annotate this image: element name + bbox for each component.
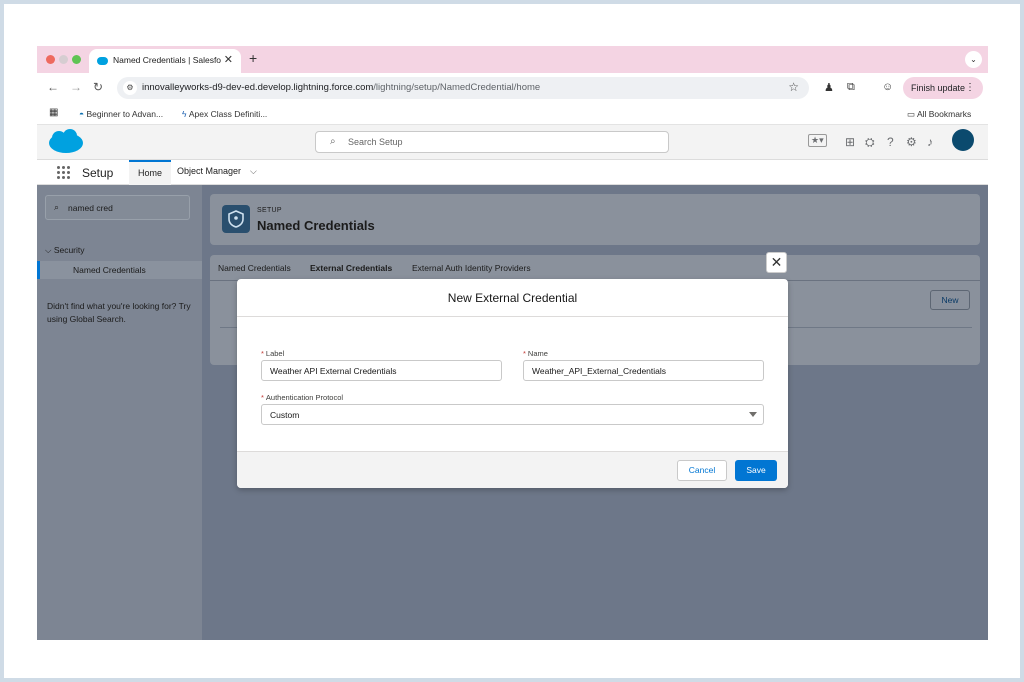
site-info-icon[interactable]: ⚙ (123, 81, 137, 95)
label-field-label: * Label (261, 349, 284, 358)
close-tab-icon[interactable]: ✕ (224, 53, 233, 66)
trailhead-icon[interactable]: ⛭ (865, 135, 875, 150)
reload-icon[interactable]: ↻ (93, 80, 103, 94)
setup-app-title: Setup (82, 166, 114, 180)
required-marker: * (523, 349, 526, 358)
browser-toolbar: ← → ↻ ⚙ innovalleyworks-d9-dev-ed.develo… (37, 73, 988, 103)
finish-update-label: Finish update (911, 83, 966, 93)
save-button[interactable]: Save (735, 460, 777, 481)
name-field-label-text: Name (527, 349, 548, 358)
all-bookmarks[interactable]: ▭ All Bookmarks (907, 109, 971, 120)
notification-bell-icon[interactable]: ♪ (927, 135, 933, 149)
label-input[interactable] (261, 360, 502, 381)
cancel-button[interactable]: Cancel (677, 460, 727, 481)
search-setup-box[interactable]: ⌕ (315, 131, 669, 153)
app-launcher-icon[interactable] (57, 166, 71, 180)
all-bookmarks-label: All Bookmarks (916, 109, 972, 119)
help-icon[interactable]: ? (887, 135, 894, 149)
tab-external-credentials[interactable]: External Credentials (310, 263, 392, 273)
name-input[interactable] (523, 360, 764, 381)
bookmark-beginner-label: Beginner to Advan... (86, 109, 164, 119)
finish-update-button[interactable]: Finish update ⋮ (903, 77, 983, 99)
bookmark-cloud-icon: ◓ (79, 109, 87, 119)
gear-icon[interactable]: ⚙ (906, 135, 917, 149)
modal-footer: Cancel Save (237, 451, 788, 488)
modal-title: New External Credential (447, 291, 578, 305)
new-external-credential-modal: New External Credential *Label *Name *Au… (237, 279, 788, 488)
extension-icon[interactable]: ♟ (824, 81, 834, 94)
browser-tab[interactable]: Named Credentials | Salesforce ✕ (89, 49, 241, 73)
url-path: /lightning/setup/NamedCredential/home (373, 82, 541, 93)
bookmark-beginner[interactable]: ◓ Beginner to Advan... (79, 109, 163, 119)
favorites-star-icon[interactable]: ★▾ (808, 134, 827, 147)
address-bar[interactable]: ⚙ innovalleyworks-d9-dev-ed.develop.ligh… (117, 77, 809, 99)
breadcrumb: SETUP (257, 207, 282, 214)
url-text: innovalleyworks-d9-dev-ed.develop.lightn… (142, 82, 540, 93)
browser-window: Named Credentials | Salesforce ✕ + ⌄ ← →… (37, 46, 988, 640)
setup-sidebar: ⌕ ⌵ Security Named Credentials Didn't fi… (37, 185, 202, 640)
forward-arrow-icon[interactable]: → (70, 80, 82, 94)
back-arrow-icon[interactable]: ← (47, 80, 59, 94)
required-marker: * (261, 393, 264, 402)
more-menu-icon[interactable]: ⋮ (965, 82, 975, 93)
close-modal-button[interactable]: ✕ (766, 252, 787, 273)
modal-header: New External Credential (237, 279, 788, 317)
tab-strip: Named Credentials | Salesforce ✕ + ⌄ (37, 46, 988, 73)
sidebar-section-security[interactable]: ⌵ Security (45, 245, 85, 256)
new-button[interactable]: New (930, 290, 970, 310)
puzzle-extensions-icon[interactable]: ⧉ (847, 81, 855, 94)
chevron-down-icon[interactable]: ⌵ (250, 166, 257, 177)
name-field-label: * Name (523, 349, 548, 358)
search-setup-input[interactable] (348, 135, 648, 149)
minimize-window-button[interactable] (59, 55, 68, 64)
new-tab-button[interactable]: + (249, 50, 257, 66)
page-header-card: SETUP Named Credentials (210, 194, 980, 245)
shield-icon (222, 205, 250, 233)
tab-search-icon[interactable]: ⌄ (965, 51, 982, 68)
global-add-icon[interactable]: ⊞ (845, 135, 855, 149)
search-icon: ⌕ (330, 136, 336, 147)
quick-find-input[interactable] (68, 201, 183, 215)
tab-named-credentials[interactable]: Named Credentials (218, 263, 291, 273)
sidebar-item-label: Named Credentials (73, 265, 146, 275)
tab-title: Named Credentials | Salesforce (113, 55, 221, 65)
maximize-window-button[interactable] (72, 55, 81, 64)
tab-external-auth-identity-providers[interactable]: External Auth Identity Providers (412, 263, 531, 273)
quick-find-box[interactable]: ⌕ (45, 195, 190, 220)
search-icon: ⌕ (54, 202, 60, 212)
dropdown-caret-icon (749, 412, 757, 417)
folder-icon: ▭ (907, 109, 917, 119)
salesforce-header: ⌕ ★▾ ⊞ ⛭ ? ⚙ ♪ (37, 125, 988, 160)
authentication-protocol-label: * Authentication Protocol (261, 393, 343, 402)
nav-home-tab[interactable]: Home (129, 160, 171, 185)
chevron-down-icon: ⌵ (45, 245, 54, 255)
url-host: innovalleyworks-d9-dev-ed.develop.lightn… (142, 82, 374, 93)
profile-avatar-icon[interactable]: ☺ (882, 81, 893, 93)
salesforce-favicon-icon (97, 57, 108, 65)
authentication-protocol-label-text: Authentication Protocol (265, 393, 344, 402)
sidebar-item-named-credentials[interactable]: Named Credentials (37, 261, 202, 279)
apps-grid-icon[interactable]: ▦ (49, 107, 58, 118)
nav-object-manager-tab[interactable]: Object Manager (177, 166, 241, 176)
authentication-protocol-value: Custom (270, 410, 300, 420)
sidebar-hint: Didn't find what you're looking for? Try… (47, 301, 191, 324)
bookmark-bolt-icon: ϟ (182, 109, 189, 119)
bookmark-apex-label: Apex Class Definiti... (188, 109, 268, 119)
user-avatar[interactable] (952, 129, 974, 151)
close-window-button[interactable] (46, 55, 55, 64)
page-title: Named Credentials (257, 218, 375, 233)
sidebar-section-label: Security (53, 245, 85, 255)
label-field-label-text: Label (265, 349, 285, 358)
authentication-protocol-select[interactable]: Custom (261, 404, 764, 425)
required-marker: * (261, 349, 264, 358)
bookmark-apex[interactable]: ϟ Apex Class Definiti... (182, 109, 267, 119)
bookmarks-bar: ▦ ◓ Beginner to Advan... ϟ Apex Class De… (37, 103, 988, 125)
setup-nav-bar: Setup Home Object Manager ⌵ (37, 160, 988, 185)
salesforce-logo-icon[interactable] (47, 129, 85, 155)
bookmark-star-icon[interactable]: ☆ (788, 80, 799, 94)
